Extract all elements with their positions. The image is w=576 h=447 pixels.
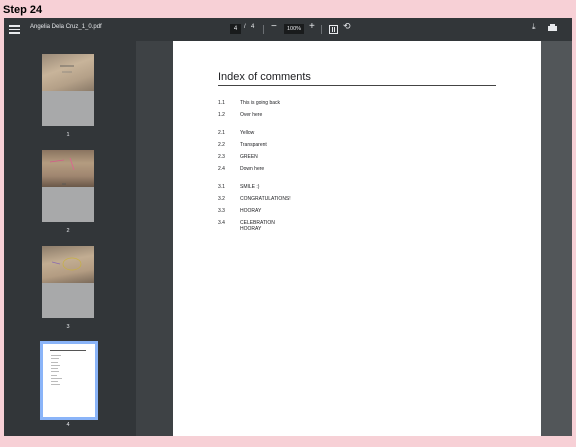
thumbnail-text-line xyxy=(51,384,60,385)
toolbar-divider xyxy=(321,25,322,34)
document-page: Index of comments 1.1 This is going back… xyxy=(173,41,541,436)
comment-text: GREEN xyxy=(240,154,258,160)
scrollbar[interactable] xyxy=(541,41,572,436)
thumbnail-photo xyxy=(42,54,94,91)
zoom-in-button[interactable]: + xyxy=(309,21,315,32)
thumbnail-blank-area xyxy=(42,187,94,222)
print-icon[interactable] xyxy=(548,24,557,32)
fit-to-page-icon[interactable] xyxy=(329,25,338,34)
menu-icon[interactable] xyxy=(9,23,20,35)
thumbnail-text-line xyxy=(51,355,61,356)
thumbnail-text-line xyxy=(51,368,58,369)
comment-text: Over here xyxy=(240,112,263,118)
thumbnail-heading-line xyxy=(50,350,86,351)
zoom-out-button[interactable]: − xyxy=(271,21,277,32)
page-thumbnail-label: 3 xyxy=(66,324,70,330)
page-thumbnail-label: 1 xyxy=(66,132,70,138)
document-title: Angelia Dela Cruz_1_0.pdf xyxy=(30,24,102,30)
download-icon[interactable]: ⤓ xyxy=(532,22,536,32)
heading-divider xyxy=(218,85,496,86)
comment-number: 2.2 xyxy=(218,142,225,148)
comment-text: CONGRATULATIONS! xyxy=(240,196,291,202)
thumbnail-text-line xyxy=(51,358,59,359)
comment-number: 3.3 xyxy=(218,208,225,214)
comment-text: CELEBRATION HOORAY xyxy=(240,220,275,232)
total-pages: 4 xyxy=(251,24,255,30)
thumbnail-sidebar: 1 2 3 4 xyxy=(4,41,136,436)
rotate-icon[interactable]: ⟲ xyxy=(343,21,351,32)
step-label: Step 24 xyxy=(3,4,43,16)
comment-number: 2.3 xyxy=(218,154,225,160)
pdf-viewer: Angelia Dela Cruz_1_0.pdf 4 / 4 − 100% +… xyxy=(4,18,572,436)
thumbnail-text-line xyxy=(51,365,60,366)
page-gutter xyxy=(136,41,174,436)
toolbar-divider xyxy=(263,25,264,34)
comment-number: 2.4 xyxy=(218,166,225,172)
comment-number: 3.4 xyxy=(218,220,225,226)
comment-text: Yellow xyxy=(240,130,255,136)
page-thumbnail-4[interactable] xyxy=(40,341,98,420)
thumbnail-text-line xyxy=(51,362,58,363)
thumbnail-text-line xyxy=(51,371,59,372)
page-thumbnail-2[interactable] xyxy=(42,150,94,222)
comment-text: HOORAY xyxy=(240,208,262,214)
page-thumbnail-3[interactable] xyxy=(42,246,94,318)
thumbnail-text-line xyxy=(51,375,57,376)
toolbar: Angelia Dela Cruz_1_0.pdf 4 / 4 − 100% +… xyxy=(4,18,572,41)
comment-number: 1.2 xyxy=(218,112,225,118)
comment-text: Transparent xyxy=(240,142,267,148)
comment-text: Down here xyxy=(240,166,265,172)
thumbnail-photo xyxy=(42,246,94,283)
thumbnail-photo xyxy=(42,150,94,187)
comment-number: 2.1 xyxy=(218,130,225,136)
thumbnail-blank-area xyxy=(42,283,94,318)
comment-text: This is going back xyxy=(240,100,281,106)
page-number-input[interactable]: 4 xyxy=(230,24,241,34)
thumbnail-text-line xyxy=(51,378,62,379)
comment-text: SMILE :) xyxy=(240,184,260,190)
comment-number: 3.1 xyxy=(218,184,225,190)
comment-number: 1.1 xyxy=(218,100,225,106)
thumbnail-text-line xyxy=(51,381,58,382)
page-title: Index of comments xyxy=(218,71,311,83)
comment-number: 3.2 xyxy=(218,196,225,202)
zoom-level-input[interactable]: 100% xyxy=(284,24,304,34)
page-thumbnail-label: 2 xyxy=(66,228,70,234)
thumbnail-blank-area xyxy=(42,91,94,126)
page-separator: / xyxy=(244,24,246,30)
page-thumbnail-label: 4 xyxy=(66,422,70,428)
page-thumbnail-1[interactable] xyxy=(42,54,94,126)
